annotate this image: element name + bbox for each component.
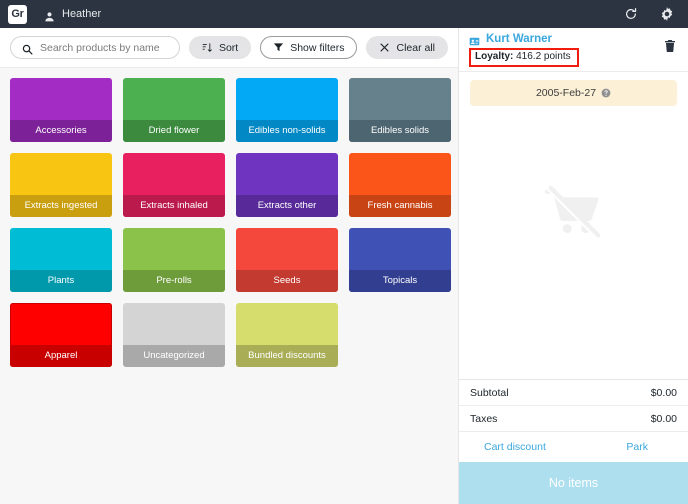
user-menu[interactable]: Heather — [44, 8, 101, 20]
clear-all-button[interactable]: Clear all — [366, 36, 448, 59]
category-tile[interactable]: Extracts other — [236, 153, 338, 217]
pos-app: Gr Heather — [0, 0, 688, 504]
search-icon — [22, 42, 33, 53]
gear-icon[interactable] — [660, 7, 674, 21]
close-icon — [379, 42, 390, 53]
transaction-date-banner: 2005-Feb-27 — [470, 80, 677, 106]
taxes-label: Taxes — [470, 413, 497, 425]
category-tile-label: Extracts ingested — [10, 195, 112, 217]
contact-card-icon — [469, 34, 480, 45]
search-box[interactable] — [10, 36, 180, 59]
top-navigation-actions — [624, 7, 680, 21]
help-icon[interactable] — [601, 88, 611, 98]
funnel-icon — [273, 42, 284, 53]
refresh-icon[interactable] — [624, 7, 638, 21]
show-filters-label: Show filters — [290, 42, 344, 54]
cart-panel: Kurt Warner Loyalty: 416.2 points 2005-F… — [458, 28, 688, 504]
search-input[interactable] — [40, 42, 168, 54]
category-tile[interactable]: Extracts inhaled — [123, 153, 225, 217]
category-tile-label: Seeds — [236, 270, 338, 292]
main-body: Sort Show filters — [0, 28, 688, 504]
category-tile-label: Dried flower — [123, 120, 225, 142]
customer-row: Kurt Warner — [469, 33, 678, 45]
category-tile[interactable]: Seeds — [236, 228, 338, 292]
clear-all-label: Clear all — [396, 42, 435, 54]
empty-cart-icon — [543, 184, 605, 251]
transaction-date-label: 2005-Feb-27 — [536, 87, 596, 99]
category-tile-label: Edibles solids — [349, 120, 451, 142]
category-tile-grid: Accessories Dried flower Edibles non-solid… — [0, 68, 458, 504]
empty-cart-illustration — [459, 184, 688, 251]
checkout-button[interactable]: No items — [459, 462, 688, 504]
category-tile-label: Plants — [10, 270, 112, 292]
customer-name-link[interactable]: Kurt Warner — [486, 33, 552, 45]
category-tile[interactable]: Accessories — [10, 78, 112, 142]
show-filters-button[interactable]: Show filters — [260, 36, 357, 59]
category-tile[interactable]: Uncategorized — [123, 303, 225, 367]
category-tile[interactable]: Plants — [10, 228, 112, 292]
category-tile-label: Accessories — [10, 120, 112, 142]
product-browser: Sort Show filters — [0, 28, 458, 504]
sort-label: Sort — [219, 42, 238, 54]
person-icon — [44, 9, 55, 20]
category-tile-label: Edibles non-solids — [236, 120, 338, 142]
category-tile[interactable]: Topicals — [349, 228, 451, 292]
sort-button[interactable]: Sort — [189, 36, 251, 59]
cart-totals: Subtotal $0.00 Taxes $0.00 Cart discount… — [459, 379, 688, 504]
cart-discount-link[interactable]: Cart discount — [484, 441, 546, 453]
user-name-label: Heather — [62, 8, 101, 20]
category-tile[interactable]: Pre-rolls — [123, 228, 225, 292]
app-logo[interactable]: Gr — [8, 5, 27, 24]
category-tile[interactable]: Extracts ingested — [10, 153, 112, 217]
loyalty-label: Loyalty: — [475, 51, 513, 62]
total-row-taxes: Taxes $0.00 — [459, 406, 688, 432]
cart-items-area: 2005-Feb-27 — [459, 72, 688, 379]
category-tile-label: Extracts inhaled — [123, 195, 225, 217]
trash-icon[interactable] — [663, 39, 677, 53]
category-tile[interactable]: Edibles solids — [349, 78, 451, 142]
total-row-subtotal: Subtotal $0.00 — [459, 380, 688, 406]
subtotal-label: Subtotal — [470, 387, 509, 399]
category-tile[interactable]: Dried flower — [123, 78, 225, 142]
category-tile-label: Uncategorized — [123, 345, 225, 367]
loyalty-highlight: Loyalty: 416.2 points — [469, 48, 579, 67]
cart-customer-header: Kurt Warner Loyalty: 416.2 points — [459, 28, 688, 72]
product-filter-bar: Sort Show filters — [0, 28, 458, 68]
taxes-value: $0.00 — [651, 413, 677, 425]
category-tile[interactable]: Edibles non-solids — [236, 78, 338, 142]
category-tile-label: Apparel — [10, 345, 112, 367]
sort-icon — [202, 42, 213, 53]
top-navigation-bar: Gr Heather — [0, 0, 688, 28]
category-tile[interactable]: Bundled discounts — [236, 303, 338, 367]
category-tile[interactable]: Fresh cannabis — [349, 153, 451, 217]
category-tile[interactable]: Apparel — [10, 303, 112, 367]
category-tile-label: Extracts other — [236, 195, 338, 217]
category-tile-label: Fresh cannabis — [349, 195, 451, 217]
category-tile-label: Pre-rolls — [123, 270, 225, 292]
subtotal-value: $0.00 — [651, 387, 677, 399]
category-tile-label: Topicals — [349, 270, 451, 292]
loyalty-value: 416.2 points — [516, 51, 571, 62]
category-tile-label: Bundled discounts — [236, 345, 338, 367]
cart-action-row: Cart discount Park — [459, 432, 688, 462]
park-link[interactable]: Park — [626, 441, 648, 453]
